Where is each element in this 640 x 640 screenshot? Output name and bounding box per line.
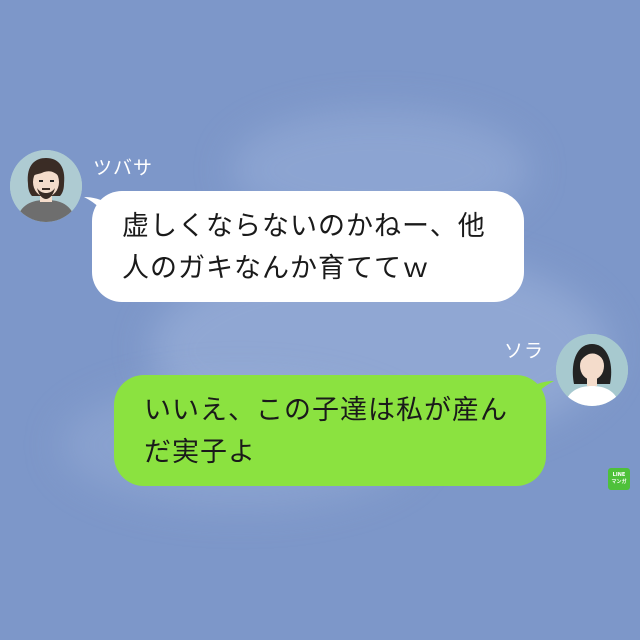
bubble-tail (84, 197, 110, 221)
message-text: 虚しくならないのかねー、他 人のガキなんか育ててｗ (122, 211, 486, 284)
message-bubble-incoming[interactable]: 虚しくならないのかねー、他 人のガキなんか育ててｗ (84, 191, 524, 302)
message-text: いいえ、この子達は私が産ん だ実子よ (144, 395, 508, 468)
sender-name: ソラ (504, 340, 545, 362)
line-manga-logo-icon: LINE マンガ (608, 468, 630, 490)
bearded-man-avatar-icon[interactable] (10, 150, 82, 222)
message-bubble-outgoing[interactable]: いいえ、この子達は私が産ん だ実子よ (114, 375, 554, 486)
bubble-tail (528, 381, 554, 405)
sender-name: ツバサ (93, 157, 154, 179)
logo-line1: LINE (612, 472, 626, 478)
logo-line2: マンガ (611, 479, 627, 485)
woman-avatar-icon[interactable] (556, 334, 628, 406)
